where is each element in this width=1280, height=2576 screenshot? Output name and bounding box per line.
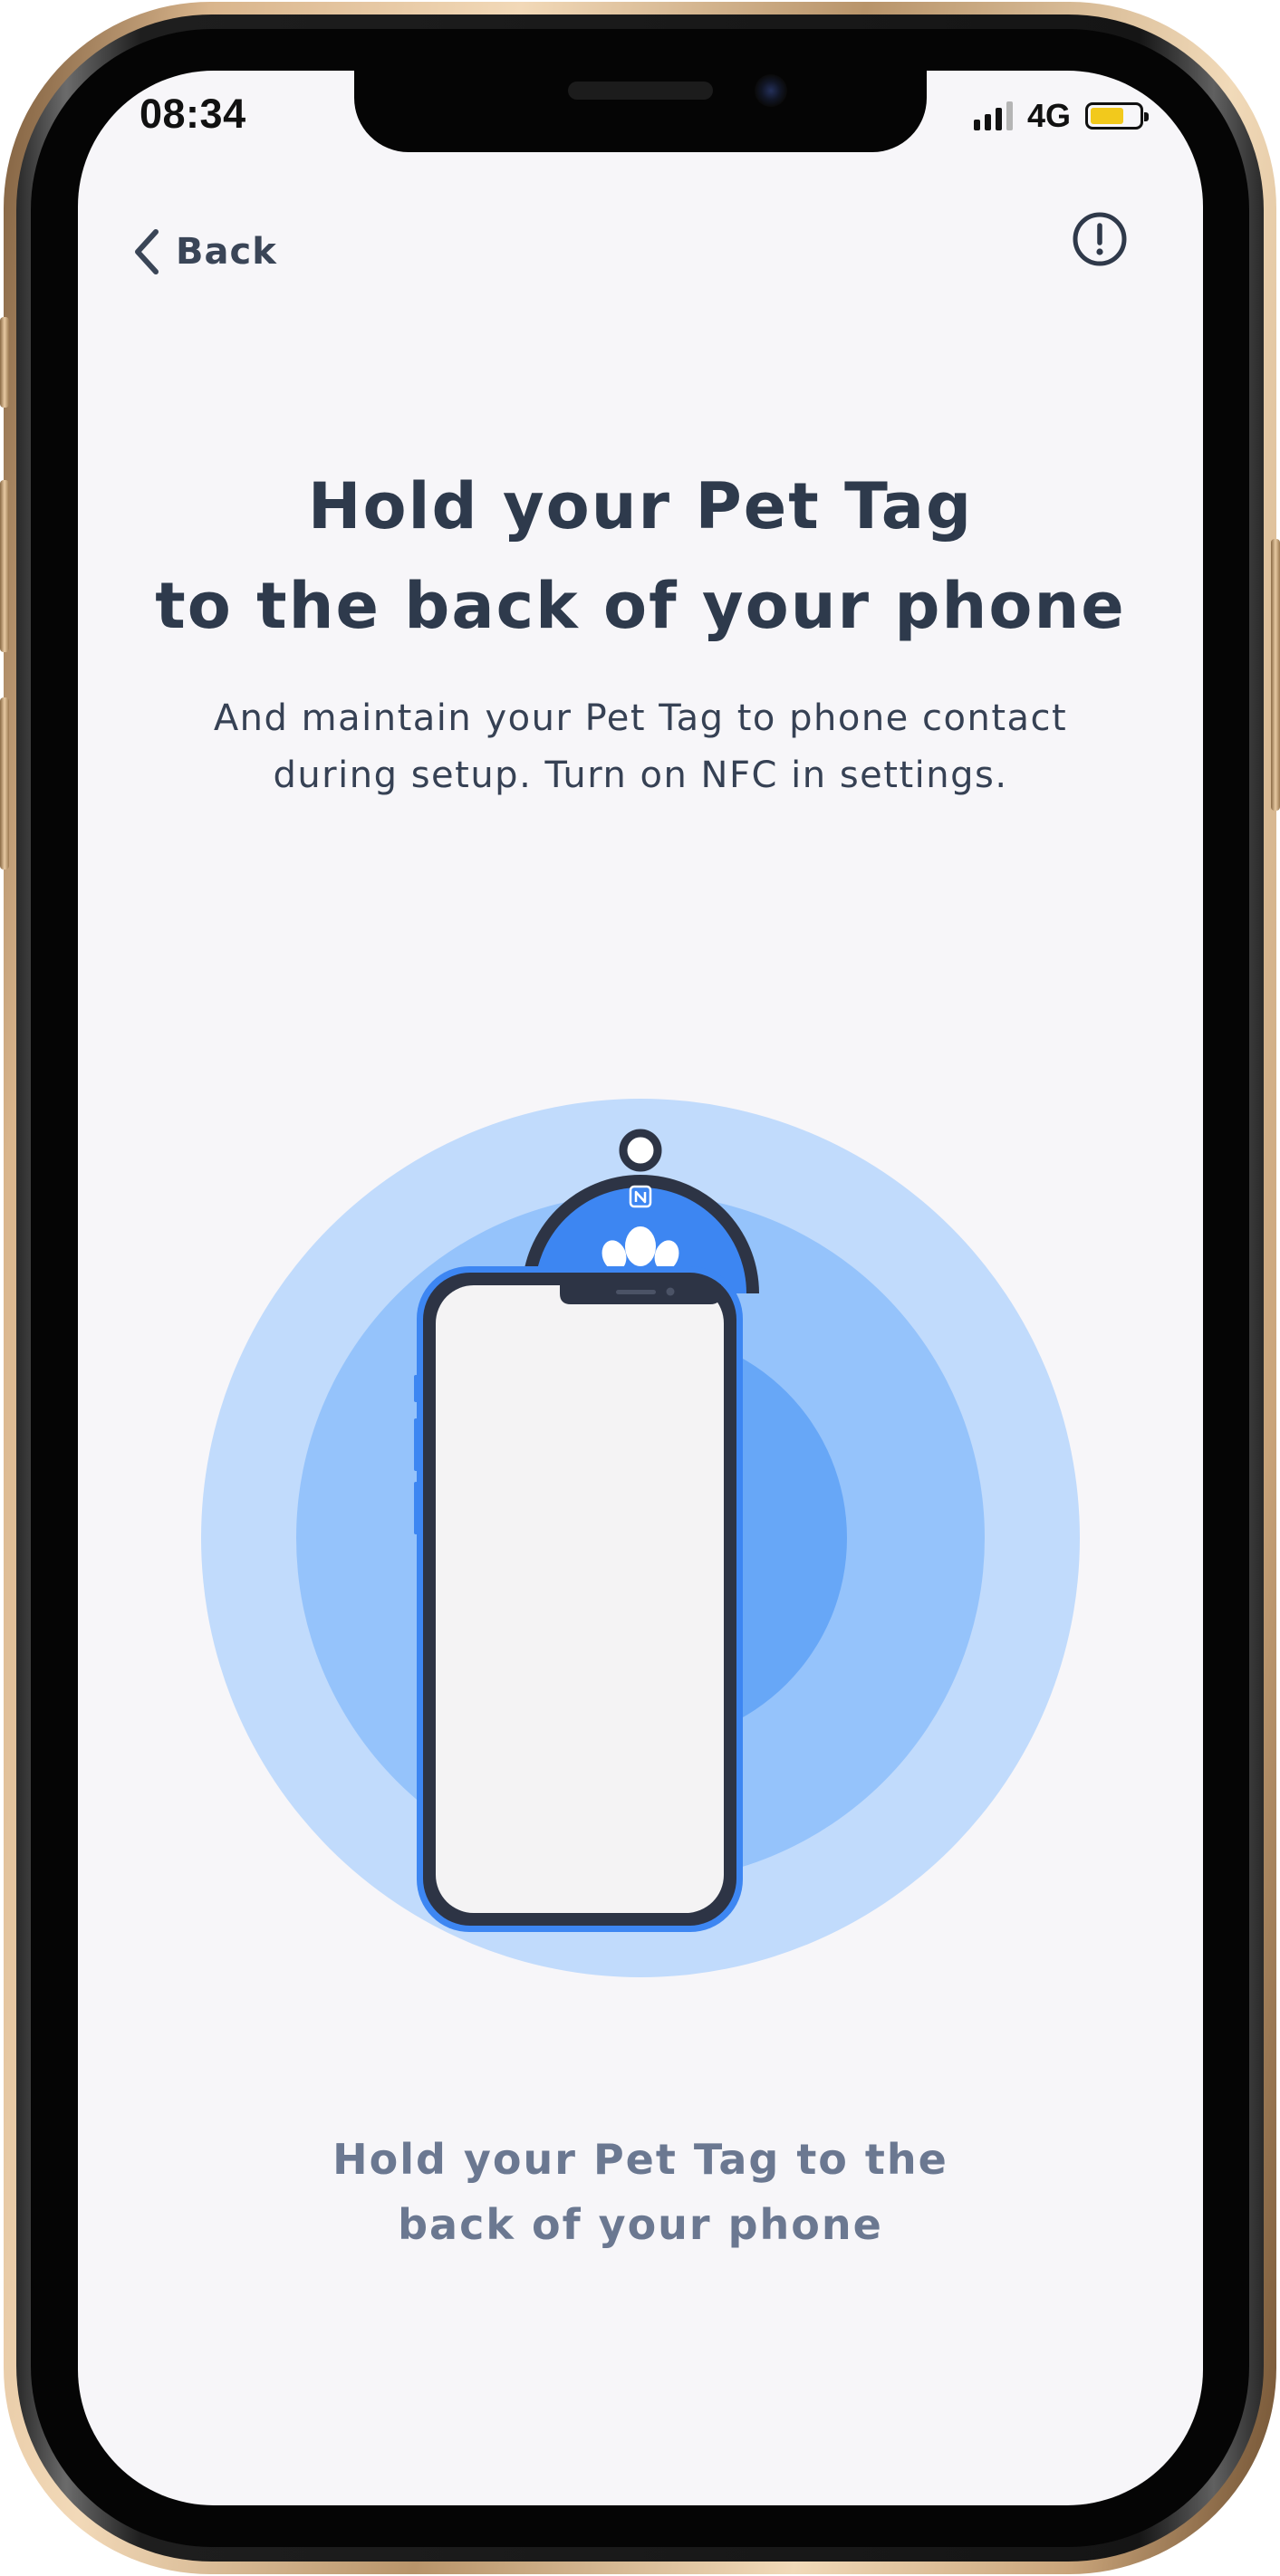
back-button[interactable]: Back [132, 223, 277, 281]
caption-line-1: Hold your Pet Tag to the [332, 2135, 948, 2184]
battery-icon [1085, 102, 1149, 130]
subtitle-line-2: during setup. Turn on NFC in settings. [273, 755, 1008, 796]
app-screen: 08:34 4G Back Hold your Pet Tag to the b… [78, 71, 1203, 2505]
power-button [1271, 539, 1280, 811]
cellular-signal-icon [973, 101, 1013, 130]
chevron-left-icon [135, 229, 159, 274]
nfc-pairing-illustration [201, 1099, 1080, 1977]
status-time: 08:34 [140, 91, 246, 137]
volume-down-button [0, 697, 9, 870]
page-title: Hold your Pet Tag to the back of your ph… [78, 457, 1203, 656]
device-notch [354, 71, 927, 152]
volume-up-button [0, 480, 9, 652]
smartphone-icon [414, 1266, 743, 1932]
title-line-2: to the back of your phone [155, 569, 1126, 643]
footer-caption: Hold your Pet Tag to the back of your ph… [78, 2127, 1203, 2257]
subtitle-line-1: And maintain your Pet Tag to phone conta… [213, 697, 1068, 739]
caption-line-2: back of your phone [398, 2200, 883, 2249]
status-indicators: 4G [973, 97, 1149, 134]
title-line-1: Hold your Pet Tag [307, 469, 974, 543]
front-camera-icon [755, 74, 787, 107]
page-subtitle: And maintain your Pet Tag to phone conta… [78, 690, 1203, 804]
silent-switch [0, 317, 9, 408]
exclamation-circle-icon [1073, 212, 1127, 266]
network-type: 4G [1026, 97, 1071, 134]
back-label: Back [176, 231, 277, 273]
info-button[interactable] [1071, 210, 1129, 268]
earpiece-speaker [568, 82, 713, 100]
